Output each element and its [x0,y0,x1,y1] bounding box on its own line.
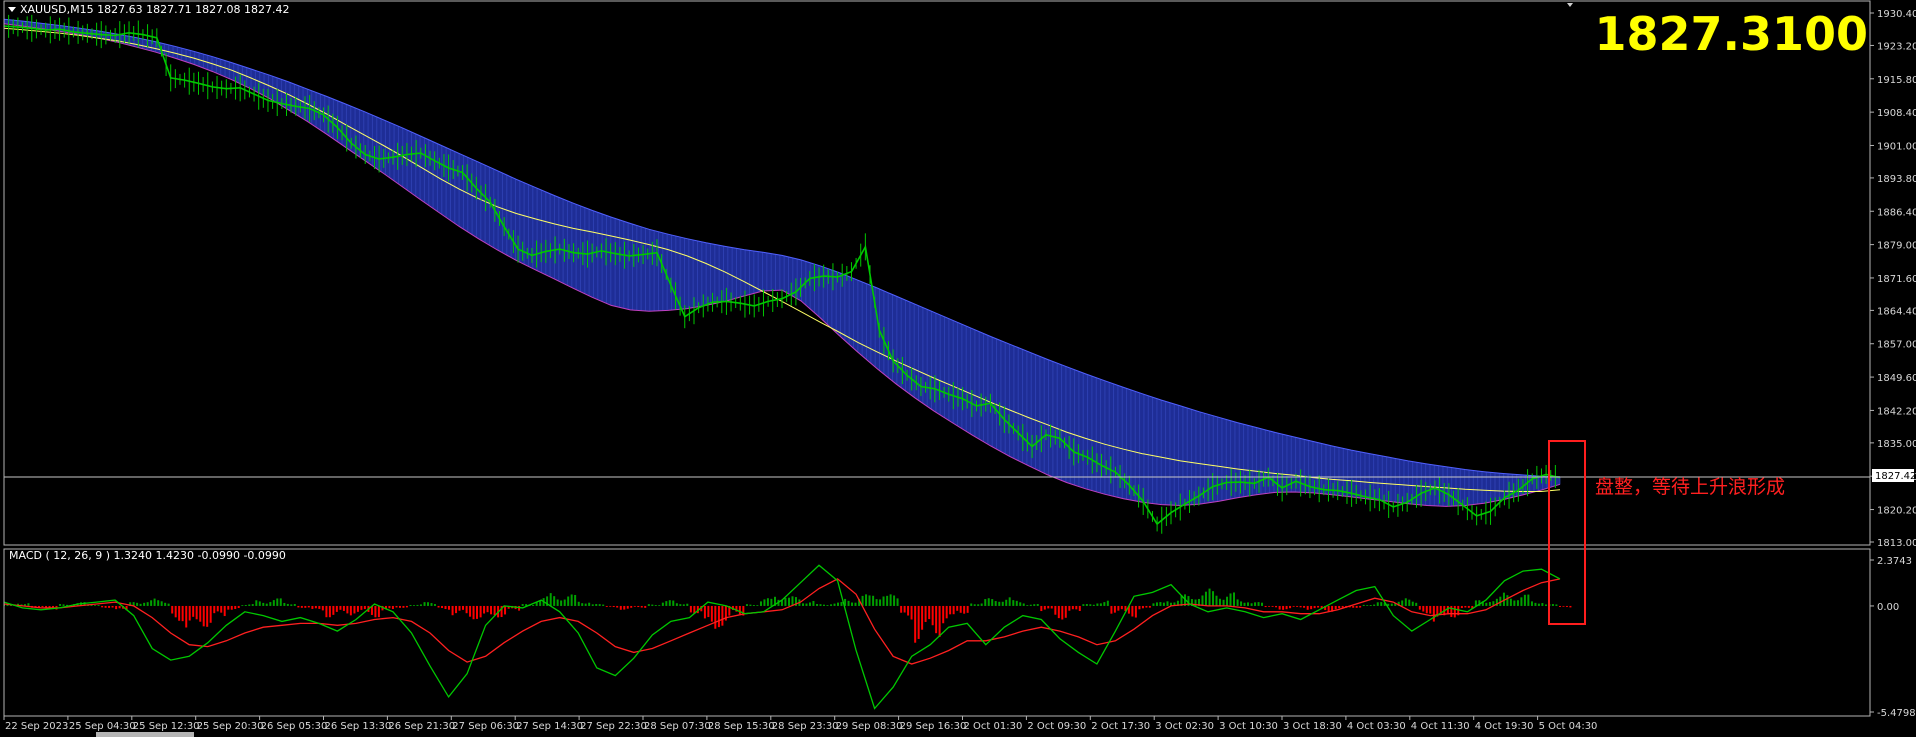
price-tick-label: 1835.00 [1877,439,1916,450]
price-tick-label: 1849.60 [1877,373,1916,384]
price-tick-label: 1864.40 [1877,306,1916,317]
time-tick-label: 27 Sep 14:30 [516,721,583,732]
price-tick-label: 1930.40 [1877,9,1916,20]
macd-tick-label: 0.00 [1877,602,1899,613]
price-tick-label: 1923.20 [1877,41,1916,52]
price-tick-label: 1813.00 [1877,538,1916,549]
time-tick-label: 25 Sep 04:30 [69,721,136,732]
time-tick-label: 2 Oct 09:30 [1027,721,1086,732]
price-tick-label: 1886.40 [1877,207,1916,218]
price-tick-label: 1915.80 [1877,75,1916,86]
time-tick-label: 4 Oct 03:30 [1347,721,1406,732]
time-tick-label: 2 Oct 01:30 [964,721,1023,732]
time-tick-label: 28 Sep 15:30 [708,721,775,732]
time-tick-label: 22 Sep 2023 [5,721,68,732]
time-tick-label: 28 Sep 23:30 [772,721,839,732]
current-price-display: 1827.3100 [1594,7,1868,61]
price-tick-label: 1901.00 [1877,141,1916,152]
time-tick-label: 25 Sep 12:30 [133,721,200,732]
time-tick-label: 29 Sep 08:30 [836,721,903,732]
price-tick-label: 1842.20 [1877,406,1916,417]
history-scroll-marker[interactable] [96,732,194,737]
macd-tick-label: 2.3743 [1877,556,1912,567]
time-tick-label: 4 Oct 11:30 [1411,721,1470,732]
time-tick-label: 27 Sep 06:30 [452,721,519,732]
time-tick-label: 2 Oct 17:30 [1091,721,1150,732]
macd-header: MACD ( 12, 26, 9 ) 1.3240 1.4230 -0.0990… [9,549,286,562]
time-tick-label: 5 Oct 04:30 [1539,721,1598,732]
time-tick-label: 26 Sep 13:30 [325,721,392,732]
time-tick-label: 3 Oct 02:30 [1155,721,1214,732]
macd-tick-label: -5.4798 [1877,708,1916,719]
current-price-tag: 1827.42 [1875,471,1916,482]
price-tick-label: 1871.60 [1877,274,1916,285]
price-tick-label: 1908.40 [1877,108,1916,119]
price-tick-label: 1857.00 [1877,340,1916,351]
time-tick-label: 25 Sep 20:30 [197,721,264,732]
time-tick-label: 26 Sep 05:30 [261,721,328,732]
annotation-text: 盘整，等待上升浪形成 [1595,476,1785,498]
time-tick-label: 29 Sep 16:30 [900,721,967,732]
time-tick-label: 26 Sep 21:30 [388,721,455,732]
symbol-header: XAUUSD,M15 1827.63 1827.71 1827.08 1827.… [20,3,290,16]
trading-chart[interactable]: 1930.40 1923.20 1915.80 1908.40 1901.00 1893.… [0,0,1916,737]
time-tick-label: 3 Oct 18:30 [1283,721,1342,732]
time-tick-label: 4 Oct 19:30 [1475,721,1534,732]
time-tick-label: 27 Sep 22:30 [580,721,647,732]
time-tick-label: 3 Oct 10:30 [1219,721,1278,732]
time-tick-label: 28 Sep 07:30 [644,721,711,732]
price-tick-label: 1879.00 [1877,241,1916,252]
price-tick-label: 1893.80 [1877,174,1916,185]
price-tick-label: 1820.20 [1877,506,1916,517]
